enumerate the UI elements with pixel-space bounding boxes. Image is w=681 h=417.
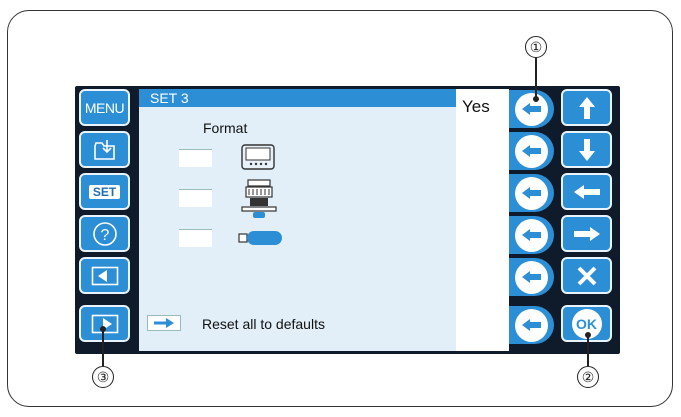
left-pointer-icon bbox=[521, 271, 541, 283]
left-button[interactable] bbox=[561, 173, 612, 210]
left-arrow-icon bbox=[573, 184, 600, 199]
left-pointer-icon bbox=[521, 229, 541, 241]
help-icon: ? bbox=[92, 221, 117, 246]
yes-label: Yes bbox=[462, 97, 490, 116]
callout-2-leader bbox=[587, 334, 589, 366]
left-pointer-icon bbox=[521, 145, 541, 157]
callout-3-leader bbox=[102, 328, 104, 366]
callout-1: ① bbox=[525, 36, 547, 58]
right-button[interactable] bbox=[561, 215, 612, 252]
select-row-5-button[interactable] bbox=[509, 258, 554, 296]
select-row-2-button[interactable] bbox=[509, 132, 554, 170]
lcd-screen bbox=[139, 89, 509, 351]
left-pointer-icon bbox=[521, 103, 541, 115]
folder-save-button[interactable] bbox=[79, 131, 130, 168]
down-arrow-icon bbox=[578, 138, 595, 161]
format-machine-checkbox[interactable] bbox=[179, 189, 212, 207]
select-row-3-button[interactable] bbox=[509, 174, 554, 212]
help-button[interactable]: ? bbox=[79, 215, 130, 252]
callout-2-dot bbox=[585, 332, 591, 338]
ok-label: OK bbox=[576, 315, 597, 332]
up-button[interactable] bbox=[561, 89, 612, 126]
left-pointer-icon bbox=[521, 319, 541, 331]
format-usb-checkbox[interactable] bbox=[179, 229, 212, 247]
page-back-icon bbox=[91, 266, 118, 285]
format-screen-checkbox[interactable] bbox=[179, 149, 212, 167]
menu-button[interactable]: MENU bbox=[79, 89, 130, 126]
select-row-1-button[interactable] bbox=[509, 90, 554, 128]
folder-save-icon bbox=[93, 139, 115, 160]
page-forward-button[interactable] bbox=[79, 305, 130, 342]
close-icon bbox=[577, 266, 596, 285]
callout-1-dot bbox=[533, 96, 539, 102]
select-row-6-button[interactable] bbox=[509, 306, 554, 344]
callout-2: ② bbox=[577, 366, 599, 388]
down-button[interactable] bbox=[561, 131, 612, 168]
cancel-button[interactable] bbox=[561, 257, 612, 294]
select-row-4-button[interactable] bbox=[509, 216, 554, 254]
format-label: Format bbox=[203, 120, 248, 136]
reset-defaults-label: Reset all to defaults bbox=[202, 316, 325, 332]
embroidery-machine-icon bbox=[241, 179, 277, 218]
set-label: SET bbox=[88, 184, 121, 199]
right-arrow-icon bbox=[573, 226, 600, 241]
up-arrow-icon bbox=[578, 96, 595, 119]
screen-title: SET 3 bbox=[139, 89, 456, 107]
callout-3-dot bbox=[100, 326, 106, 332]
callout-1-leader bbox=[535, 58, 537, 98]
reset-defaults-indicator bbox=[147, 315, 181, 331]
menu-label: MENU bbox=[84, 99, 125, 116]
callout-3: ③ bbox=[92, 366, 114, 388]
left-pointer-icon bbox=[521, 187, 541, 199]
set-button[interactable]: SET bbox=[79, 173, 130, 210]
svg-text:?: ? bbox=[100, 227, 109, 244]
yes-column bbox=[456, 89, 509, 351]
right-arrow-icon bbox=[154, 318, 174, 328]
screen-device-icon bbox=[241, 144, 275, 170]
usb-stick-icon bbox=[238, 231, 282, 245]
page-back-button[interactable] bbox=[79, 257, 130, 294]
